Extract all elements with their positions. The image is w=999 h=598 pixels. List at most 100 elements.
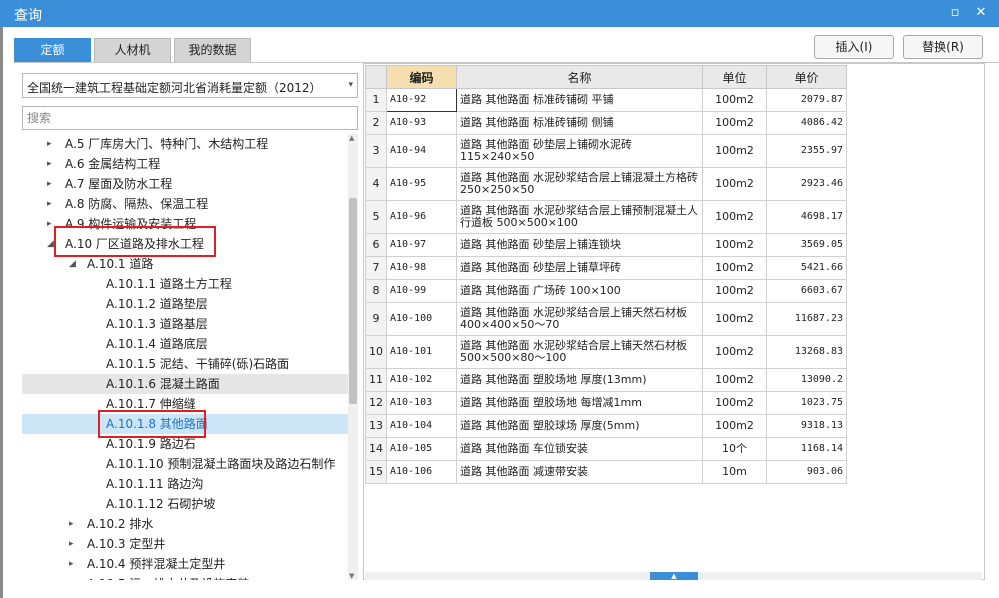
- scroll-down-icon[interactable]: ▼: [349, 572, 354, 580]
- tree-scrollbar-thumb[interactable]: [349, 198, 357, 404]
- table-row[interactable]: 6 A10-97 道路 其他路面 砂垫层上铺连锁块 100m2 3569.05: [365, 233, 847, 257]
- name-cell: 道路 其他路面 塑胶场地 每增减1mm: [456, 391, 703, 415]
- table-row[interactable]: 9 A10-100 道路 其他路面 水泥砂浆结合层上铺天然石材板 400×400×5…: [365, 302, 847, 336]
- tree-item-label: A.10.1.4 道路底层: [106, 337, 208, 351]
- unit-cell: 100m2: [702, 256, 767, 280]
- table-row[interactable]: 7 A10-98 道路 其他路面 砂垫层上铺草坪砖 100m2 5421.66: [365, 256, 847, 280]
- col-header-code[interactable]: 编码: [386, 65, 457, 89]
- tree-item[interactable]: ▸ A.8 防腐、隔热、保温工程: [22, 194, 348, 214]
- tree-item[interactable]: ▸ A.10.5 污、排水井及设施安装: [22, 574, 348, 580]
- tree-item[interactable]: ◢ A.10.1 道路: [22, 254, 348, 274]
- tree-item-label: A.6 金属结构工程: [65, 157, 161, 171]
- table-row[interactable]: 14 A10-105 道路 其他路面 车位锁安装 10个 1168.14: [365, 437, 847, 461]
- table-row[interactable]: 3 A10-94 道路 其他路面 砂垫层上铺砌水泥砖 115×240×50 100m2…: [365, 134, 847, 168]
- replace-button[interactable]: 替换(R): [903, 35, 983, 59]
- table-row[interactable]: 5 A10-96 道路 其他路面 水泥砂浆结合层上铺预制混凝土人行道板 500×50…: [365, 200, 847, 234]
- tree-item-label: A.10.5 污、排水井及设施安装: [87, 574, 249, 580]
- table-row[interactable]: 15 A10-106 道路 其他路面 减速带安装 10m 903.06: [365, 460, 847, 484]
- grid-scrollbar[interactable]: ▲: [365, 572, 982, 580]
- tree-item-label: A.5 厂库房大门、特种门、木结构工程: [65, 137, 269, 151]
- row-number: 9: [365, 302, 387, 336]
- col-header-unit[interactable]: 单位: [702, 65, 767, 89]
- close-icon[interactable]: ✕: [972, 3, 990, 23]
- title-bar: 查询 ▫ ✕: [0, 0, 999, 27]
- collapse-toggle-icon[interactable]: ▲: [650, 572, 698, 580]
- col-header-name[interactable]: 名称: [456, 65, 703, 89]
- tree-item[interactable]: ▸ A.6 金属结构工程: [22, 154, 348, 174]
- expanded-arrow-icon[interactable]: ◢: [47, 234, 54, 254]
- table-row[interactable]: 2 A10-93 道路 其他路面 标准砖铺砌 侧铺 100m2 4086.42: [365, 111, 847, 135]
- price-cell: 13090.2: [766, 368, 847, 392]
- code-cell: A10-99: [386, 279, 457, 303]
- tree-item[interactable]: A.10.1.6 混凝土路面: [22, 374, 348, 394]
- table-row[interactable]: 11 A10-102 道路 其他路面 塑胶场地 厚度(13mm) 100m2 13090…: [365, 368, 847, 392]
- row-number: 6: [365, 233, 387, 257]
- name-cell: 道路 其他路面 塑胶场地 厚度(13mm): [456, 368, 703, 392]
- table-row[interactable]: 1 A10-92 道路 其他路面 标准砖铺砌 平铺 100m2 2079.87: [365, 88, 847, 112]
- code-cell: A10-92: [386, 88, 457, 112]
- row-number: 3: [365, 134, 387, 168]
- category-tree: ▸ A.5 厂库房大门、特种门、木结构工程 ▸ A.6 金属结构工程 ▸ A.7 屋面及防…: [22, 134, 348, 580]
- row-number: 1: [365, 88, 387, 112]
- price-cell: 6603.67: [766, 279, 847, 303]
- collapsed-arrow-icon[interactable]: ▸: [47, 214, 52, 234]
- insert-button[interactable]: 插入(I): [814, 35, 894, 59]
- table-row[interactable]: 8 A10-99 道路 其他路面 广场砖 100×100 100m2 6603.67: [365, 279, 847, 303]
- tree-item[interactable]: A.10.1.11 路边沟: [22, 474, 348, 494]
- tree-item[interactable]: A.10.1.3 道路基层: [22, 314, 348, 334]
- collapsed-arrow-icon[interactable]: ▸: [47, 174, 52, 194]
- tab-my-data[interactable]: 我的数据: [174, 38, 251, 62]
- tree-item[interactable]: ▸ A.10.2 排水: [22, 514, 348, 534]
- library-select[interactable]: 全国统一建筑工程基础定额河北省消耗量定额（2012） ▾: [22, 73, 358, 98]
- tree-item[interactable]: A.10.1.5 泥结、干铺碎(砾)石路面: [22, 354, 348, 374]
- code-cell: A10-104: [386, 414, 457, 438]
- tree-item[interactable]: ▸ A.5 厂库房大门、特种门、木结构工程: [22, 134, 348, 154]
- unit-cell: 100m2: [702, 414, 767, 438]
- expanded-arrow-icon[interactable]: ◢: [69, 254, 76, 274]
- tab-labor-material[interactable]: 人材机: [94, 38, 171, 62]
- code-cell: A10-101: [386, 335, 457, 369]
- price-cell: 1023.75: [766, 391, 847, 415]
- restore-icon[interactable]: ▫: [946, 3, 964, 23]
- tree-item[interactable]: ▸ A.10.4 预拌混凝土定型井: [22, 554, 348, 574]
- tree-scrollbar[interactable]: ▲ ▼: [348, 134, 358, 580]
- tree-item[interactable]: A.10.1.4 道路底层: [22, 334, 348, 354]
- tree-item[interactable]: A.10.1.1 道路土方工程: [22, 274, 348, 294]
- collapsed-arrow-icon[interactable]: ▸: [69, 554, 74, 574]
- chevron-down-icon[interactable]: ▾: [348, 80, 353, 90]
- collapsed-arrow-icon[interactable]: ▸: [69, 514, 74, 534]
- collapsed-arrow-icon[interactable]: ▸: [69, 534, 74, 554]
- table-row[interactable]: 13 A10-104 道路 其他路面 塑胶球场 厚度(5mm) 100m2 9318.1…: [365, 414, 847, 438]
- collapsed-arrow-icon[interactable]: ▸: [47, 134, 52, 154]
- table-row[interactable]: 12 A10-103 道路 其他路面 塑胶场地 每增减1mm 100m2 1023.75: [365, 391, 847, 415]
- col-header-price[interactable]: 单价: [766, 65, 847, 89]
- table-row[interactable]: 4 A10-95 道路 其他路面 水泥砂浆结合层上铺混凝土方格砖 250×250×5…: [365, 167, 847, 201]
- tree-item-label: A.10.1.2 道路垫层: [106, 297, 208, 311]
- tree-item[interactable]: ▸ A.10.3 定型井: [22, 534, 348, 554]
- row-number: 2: [365, 111, 387, 135]
- tab-quota[interactable]: 定额: [14, 38, 91, 62]
- tree-item-label: A.10.1.5 泥结、干铺碎(砾)石路面: [106, 357, 290, 371]
- scroll-up-icon[interactable]: ▲: [349, 134, 354, 142]
- name-cell: 道路 其他路面 砂垫层上铺草坪砖: [456, 256, 703, 280]
- price-cell: 903.06: [766, 460, 847, 484]
- table-row[interactable]: 10 A10-101 道路 其他路面 水泥砂浆结合层上铺天然石材板 500×500×…: [365, 335, 847, 369]
- table-header-row: 编码 名称 单位 单价: [365, 65, 847, 89]
- tree-item[interactable]: A.10.1.10 预制混凝土路面块及路边石制作: [22, 454, 348, 474]
- row-number: 10: [365, 335, 387, 369]
- window-edge: [0, 27, 3, 598]
- tree-item[interactable]: A.10.1.2 道路垫层: [22, 294, 348, 314]
- unit-cell: 100m2: [702, 134, 767, 168]
- code-cell: A10-100: [386, 302, 457, 336]
- name-cell: 道路 其他路面 塑胶球场 厚度(5mm): [456, 414, 703, 438]
- tree-item-label: A.10.1 道路: [87, 257, 154, 271]
- tree-item[interactable]: A.10.1.12 石砌护坡: [22, 494, 348, 514]
- collapsed-arrow-icon[interactable]: ▸: [69, 574, 74, 580]
- collapsed-arrow-icon[interactable]: ▸: [47, 194, 52, 214]
- price-cell: 1168.14: [766, 437, 847, 461]
- tree-item[interactable]: ▸ A.7 屋面及防水工程: [22, 174, 348, 194]
- search-input[interactable]: [22, 106, 358, 130]
- tree-item-label: A.10.3 定型井: [87, 537, 166, 551]
- row-number: 4: [365, 167, 387, 201]
- collapsed-arrow-icon[interactable]: ▸: [47, 154, 52, 174]
